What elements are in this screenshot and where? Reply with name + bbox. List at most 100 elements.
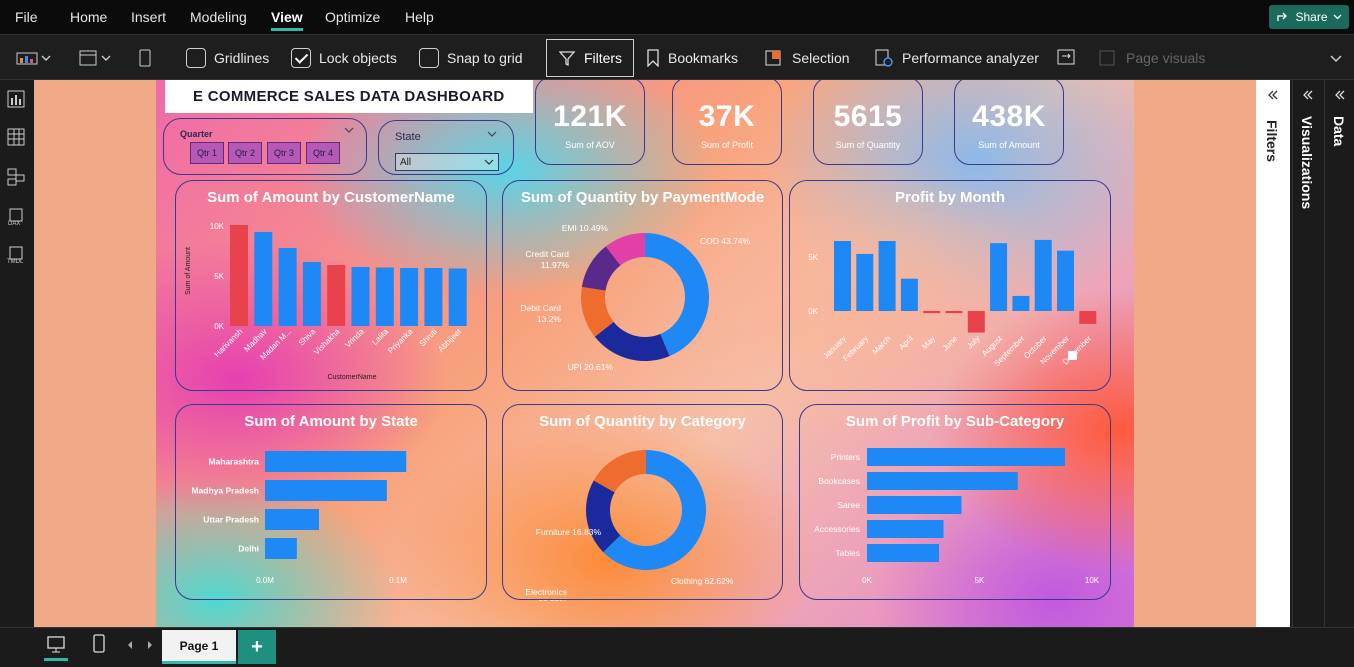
data-label: Credit Card <box>526 249 570 259</box>
menu-optimize[interactable]: Optimize <box>325 9 380 25</box>
chart-quantity-by-paymentmode[interactable]: Sum of Quantity by PaymentMode COD 43.74… <box>502 180 783 391</box>
bookmarks-button[interactable]: Bookmarks <box>646 45 738 71</box>
mobile-layout-button[interactable] <box>138 45 152 71</box>
kpi-value: 121K <box>553 100 627 133</box>
qtr4-button[interactable]: Qtr 4 <box>306 142 340 164</box>
report-view-icon[interactable] <box>7 90 25 108</box>
filters-button[interactable]: Filters <box>546 39 634 77</box>
y-tick-label: 0K <box>808 307 818 316</box>
performance-analyzer-button[interactable]: Performance analyzer <box>874 45 1039 71</box>
chart-amount-by-state[interactable]: Sum of Amount by State Maharashtra Madhya… <box>175 404 487 600</box>
bar <box>400 268 419 326</box>
subcategory-bar-chart: Printers Bookcases Saree Accessories Tables 0… <box>814 448 1100 585</box>
lock-objects-toggle[interactable]: Lock objects <box>291 45 397 71</box>
snap-to-grid-checkbox[interactable] <box>419 48 439 68</box>
chart-quantity-by-category[interactable]: Sum of Quantity by Category Clothing 62.… <box>502 404 783 601</box>
expand-pane-icon[interactable] <box>1335 90 1345 100</box>
chart-profit-by-month[interactable]: Profit by Month 0K 5K January February March… <box>789 180 1111 391</box>
theme-icon <box>16 52 51 65</box>
dashboard-title: E COMMERCE SALES DATA DASHBOARD <box>165 80 533 113</box>
quarter-slicer-title: Quarter <box>180 129 213 139</box>
x-tick-label: 0.1M <box>389 576 407 585</box>
share-button[interactable]: Share <box>1269 5 1349 29</box>
bar <box>424 268 443 326</box>
state-slicer[interactable]: State All <box>378 120 514 175</box>
data-label: 13.2% <box>537 314 562 324</box>
selection-button[interactable]: Selection <box>764 45 850 71</box>
bar <box>867 520 944 538</box>
menu-modeling[interactable]: Modeling <box>190 9 247 25</box>
menu-file[interactable]: File <box>15 9 38 25</box>
sync-slicers-button[interactable] <box>1056 45 1078 71</box>
y-tick-label: 5K <box>808 253 818 262</box>
menu-insert[interactable]: Insert <box>131 9 166 25</box>
ribbon-expand-icon[interactable] <box>1330 55 1342 63</box>
y-tick-label: Maharashtra <box>208 457 259 467</box>
gridlines-toggle[interactable]: Gridlines <box>186 45 269 71</box>
table-view-icon[interactable] <box>7 128 25 146</box>
data-pane[interactable]: Data <box>1324 80 1354 627</box>
filters-pane[interactable]: Filters <box>1256 80 1290 627</box>
chart-profit-by-subcategory[interactable]: Sum of Profit by Sub-Category Printers Bo… <box>799 404 1111 600</box>
kpi-card-quantity[interactable]: 5615 Sum of Quantity <box>813 80 923 165</box>
themes-button[interactable] <box>16 45 52 71</box>
expand-pane-icon[interactable] <box>1303 90 1313 100</box>
x-tick-label: Lalita <box>370 327 390 347</box>
lock-objects-checkbox[interactable] <box>291 48 311 68</box>
qtr2-button[interactable]: Qtr 2 <box>228 142 262 164</box>
view-switcher-bar: DAX TMDL <box>0 80 34 627</box>
mobile-layout-icon[interactable] <box>92 634 106 654</box>
x-tick-label: 5K <box>975 576 985 585</box>
kpi-card-profit[interactable]: 37K Sum of Profit <box>672 80 782 165</box>
scroll-right-icon[interactable] <box>146 640 154 650</box>
paymentmode-donut-chart: COD 43.74% UPI 20.61% Debit Card13.2% Credi… <box>520 223 750 372</box>
menu-home[interactable]: Home <box>70 9 107 25</box>
y-tick-label: Tables <box>835 548 860 558</box>
menu-view[interactable]: View <box>271 9 303 25</box>
qtr1-button[interactable]: Qtr 1 <box>190 142 224 164</box>
x-tick-label: Vishakha <box>312 327 342 357</box>
bar <box>867 544 939 562</box>
kpi-value: 37K <box>698 100 756 133</box>
performance-analyzer-label: Performance analyzer <box>902 50 1039 66</box>
chevron-down-icon <box>1333 14 1341 20</box>
x-tick-label: June <box>941 334 960 353</box>
tmdl-view-icon[interactable]: TMDL <box>7 246 25 264</box>
kpi-card-amount[interactable]: 438K Sum of Amount <box>954 80 1064 165</box>
bar <box>834 241 851 311</box>
expand-pane-icon[interactable] <box>1268 90 1278 100</box>
dax-query-icon[interactable]: DAX <box>7 208 25 226</box>
bar <box>856 253 874 311</box>
lock-objects-label: Lock objects <box>319 50 397 66</box>
chart-amount-by-customer[interactable]: Sum of Amount by CustomerName 0K 5K 10K Sum… <box>175 180 487 391</box>
performance-icon <box>875 49 893 67</box>
visualizations-pane-label: Visualizations <box>1299 116 1315 210</box>
add-page-button[interactable]: + <box>238 630 276 664</box>
y-tick-label: Printers <box>831 452 860 462</box>
scroll-left-icon[interactable] <box>126 640 134 650</box>
snap-to-grid-toggle[interactable]: Snap to grid <box>419 45 523 71</box>
snap-to-grid-label: Snap to grid <box>447 50 523 66</box>
x-tick-label: March <box>870 334 892 356</box>
page-visuals-button[interactable]: Page visuals <box>1098 45 1205 71</box>
page-tab-page1[interactable]: Page 1 <box>162 630 236 664</box>
bar <box>265 538 297 559</box>
legend-marker <box>1068 351 1077 360</box>
data-label: 20.55% <box>538 598 567 601</box>
kpi-card-aov[interactable]: 121K Sum of AOV <box>535 80 645 165</box>
menu-help[interactable]: Help <box>405 9 434 25</box>
y-tick-label: Uttar Pradesh <box>203 515 259 525</box>
state-dropdown[interactable]: All <box>395 153 499 171</box>
kpi-label: Sum of Profit <box>700 140 754 150</box>
visualizations-pane[interactable]: Visualizations <box>1292 80 1322 627</box>
data-label: Clothing 62.62% <box>671 576 734 586</box>
bookmark-icon <box>647 49 659 67</box>
page-view-button[interactable] <box>78 45 114 71</box>
gridlines-checkbox[interactable] <box>186 48 206 68</box>
qtr3-button[interactable]: Qtr 3 <box>267 142 301 164</box>
desktop-layout-icon[interactable] <box>46 635 66 655</box>
model-view-icon[interactable] <box>7 168 25 186</box>
data-label: EMI 10.49% <box>562 223 609 233</box>
bar <box>1012 295 1030 311</box>
svg-text:DAX: DAX <box>8 221 20 226</box>
